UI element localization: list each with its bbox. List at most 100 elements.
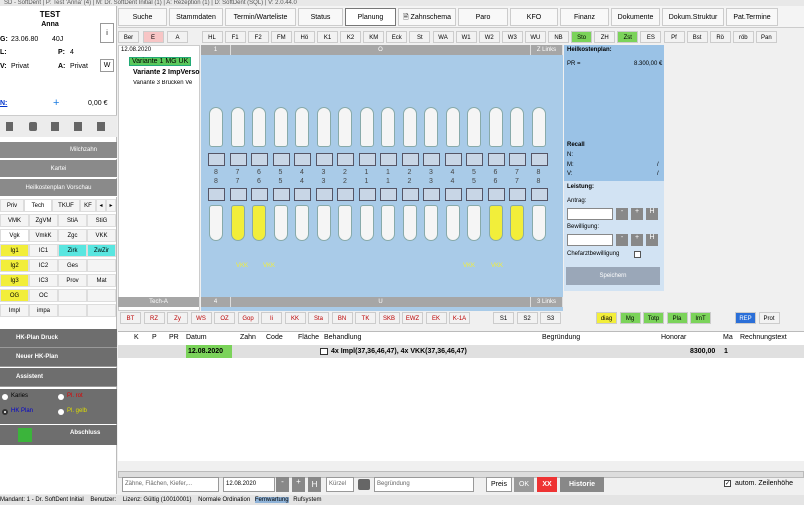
- code-bn[interactable]: BN: [331, 312, 353, 324]
- status-ruf[interactable]: Rufsystem: [293, 497, 321, 503]
- lower-tooth[interactable]: [273, 205, 288, 241]
- tab-scroll-right-icon[interactable]: ▸: [106, 199, 116, 212]
- code-oz[interactable]: OZ: [214, 312, 235, 324]
- implant-crown[interactable]: [488, 205, 503, 241]
- bewilligung-date-input[interactable]: [567, 234, 613, 246]
- upper-tooth[interactable]: [488, 107, 503, 147]
- code-ii[interactable]: Ii: [261, 312, 282, 324]
- person-icon[interactable]: [29, 122, 37, 131]
- add-icon[interactable]: +: [53, 97, 59, 109]
- tool-f1[interactable]: F1: [224, 31, 246, 43]
- upper-occlusal[interactable]: [315, 153, 333, 166]
- antrag-h[interactable]: H: [646, 208, 658, 220]
- hk-plan-druck-button[interactable]: HK-Plan Druck: [0, 329, 117, 348]
- lower-tooth[interactable]: [381, 205, 395, 241]
- upper-occlusal[interactable]: [509, 153, 526, 166]
- code-prot[interactable]: Prot: [758, 312, 780, 324]
- nav-pattermine[interactable]: Pat.Termine: [726, 8, 778, 26]
- variant-2[interactable]: Variante 2 ImpVerso: [133, 69, 200, 76]
- note-icon[interactable]: [320, 348, 328, 355]
- column-header[interactable]: PR: [169, 334, 179, 341]
- code-totp[interactable]: Totp: [643, 312, 664, 324]
- tab-scroll-left-icon[interactable]: ◂: [96, 199, 106, 212]
- column-header[interactable]: Honorar: [661, 334, 686, 341]
- kuerzel-input[interactable]: Kürzel: [326, 477, 354, 492]
- code-ek[interactable]: EK: [425, 312, 447, 324]
- tool-eck[interactable]: Eck: [386, 31, 408, 43]
- code-tk[interactable]: TK: [355, 312, 376, 324]
- lower-occlusal[interactable]: [208, 188, 225, 201]
- implant-crown[interactable]: [252, 205, 266, 241]
- code-pla[interactable]: Pla: [666, 312, 688, 324]
- lower-occlusal[interactable]: [294, 188, 311, 201]
- lower-tooth[interactable]: [316, 205, 331, 241]
- grid-cell-ig1[interactable]: Ig1: [0, 244, 29, 257]
- tool-rö[interactable]: Rö: [709, 31, 731, 43]
- lower-occlusal[interactable]: [423, 188, 440, 201]
- radio-hk-plan[interactable]: [2, 409, 8, 415]
- tool-nb[interactable]: NB: [548, 31, 569, 43]
- grid-cell-zirk[interactable]: Zirk: [58, 244, 87, 257]
- radio-pl-gelb[interactable]: [58, 409, 64, 415]
- lower-tooth[interactable]: [209, 205, 223, 241]
- document-icon[interactable]: [6, 122, 13, 131]
- cancel-button[interactable]: XX: [537, 477, 557, 492]
- upper-occlusal[interactable]: [423, 153, 440, 166]
- upper-occlusal[interactable]: [466, 153, 483, 166]
- speichern-button[interactable]: Speichern: [566, 267, 660, 285]
- grid-cell-mat[interactable]: Mat: [87, 274, 116, 287]
- code-skb[interactable]: SKB: [378, 312, 400, 324]
- code-k-1a[interactable]: K-1A: [449, 312, 470, 324]
- lower-occlusal[interactable]: [509, 188, 526, 201]
- grid-cell-zgvm[interactable]: ZgVM: [29, 214, 58, 227]
- tool-wu[interactable]: WU: [524, 31, 546, 43]
- lower-occlusal[interactable]: [251, 188, 268, 201]
- code-mg[interactable]: Mg: [619, 312, 641, 324]
- lower-occlusal[interactable]: [530, 188, 548, 201]
- tab-tkuf[interactable]: TKUF: [52, 199, 80, 212]
- milchzahn-bar[interactable]: Milchzahn: [0, 142, 117, 159]
- autom-checkbox[interactable]: ✓: [724, 480, 731, 487]
- upper-occlusal[interactable]: [530, 153, 548, 166]
- tool-f2[interactable]: F2: [247, 31, 269, 43]
- upper-tooth[interactable]: [467, 107, 481, 147]
- tool-ber[interactable]: Ber: [118, 31, 139, 43]
- lower-occlusal[interactable]: [487, 188, 505, 201]
- date-h[interactable]: H: [308, 477, 321, 492]
- nav-status[interactable]: Status: [298, 8, 343, 26]
- grid-cell-vmk[interactable]: VMK: [0, 214, 29, 227]
- radio-karies[interactable]: [2, 394, 8, 400]
- upper-occlusal[interactable]: [358, 153, 376, 166]
- grid-cell-oc[interactable]: OC: [29, 289, 58, 302]
- tool-e[interactable]: E: [142, 31, 164, 43]
- binoculars-icon[interactable]: [358, 479, 370, 490]
- code-sta[interactable]: Sta: [308, 312, 329, 324]
- code-rz[interactable]: RZ: [143, 312, 165, 324]
- tool-fm[interactable]: FM: [270, 31, 292, 43]
- nav-terminwarteliste[interactable]: Termin/Warteliste: [225, 8, 296, 26]
- lower-tooth[interactable]: [402, 205, 417, 241]
- grid-cell-vmkk[interactable]: VmkK: [29, 229, 58, 242]
- tool-sto[interactable]: Sto: [571, 31, 593, 43]
- upper-tooth[interactable]: [531, 107, 546, 147]
- upper-occlusal[interactable]: [444, 153, 462, 166]
- tool-zh[interactable]: ZH: [594, 31, 616, 43]
- upper-occlusal[interactable]: [251, 153, 268, 166]
- tool-wa[interactable]: WA: [432, 31, 454, 43]
- implant-crown[interactable]: [510, 205, 524, 241]
- radio-pl-rot[interactable]: [58, 394, 64, 400]
- variant-3[interactable]: Variante 3 Brücken Ve: [133, 80, 199, 86]
- upper-occlusal[interactable]: [337, 153, 354, 166]
- nav-kfo[interactable]: KFO: [510, 8, 558, 26]
- note-icon[interactable]: [97, 122, 105, 131]
- tool-km[interactable]: KM: [363, 31, 385, 43]
- antrag-minus[interactable]: -: [616, 208, 628, 220]
- lower-occlusal[interactable]: [272, 188, 290, 201]
- lower-occlusal[interactable]: [337, 188, 354, 201]
- column-header[interactable]: Fläche: [298, 334, 319, 341]
- upper-tooth[interactable]: [252, 107, 266, 147]
- nav-dokumstruktur[interactable]: Dokum.Struktur: [662, 8, 724, 26]
- tool-k2[interactable]: K2: [340, 31, 362, 43]
- upper-tooth[interactable]: [295, 107, 309, 147]
- lower-tooth[interactable]: [424, 205, 438, 241]
